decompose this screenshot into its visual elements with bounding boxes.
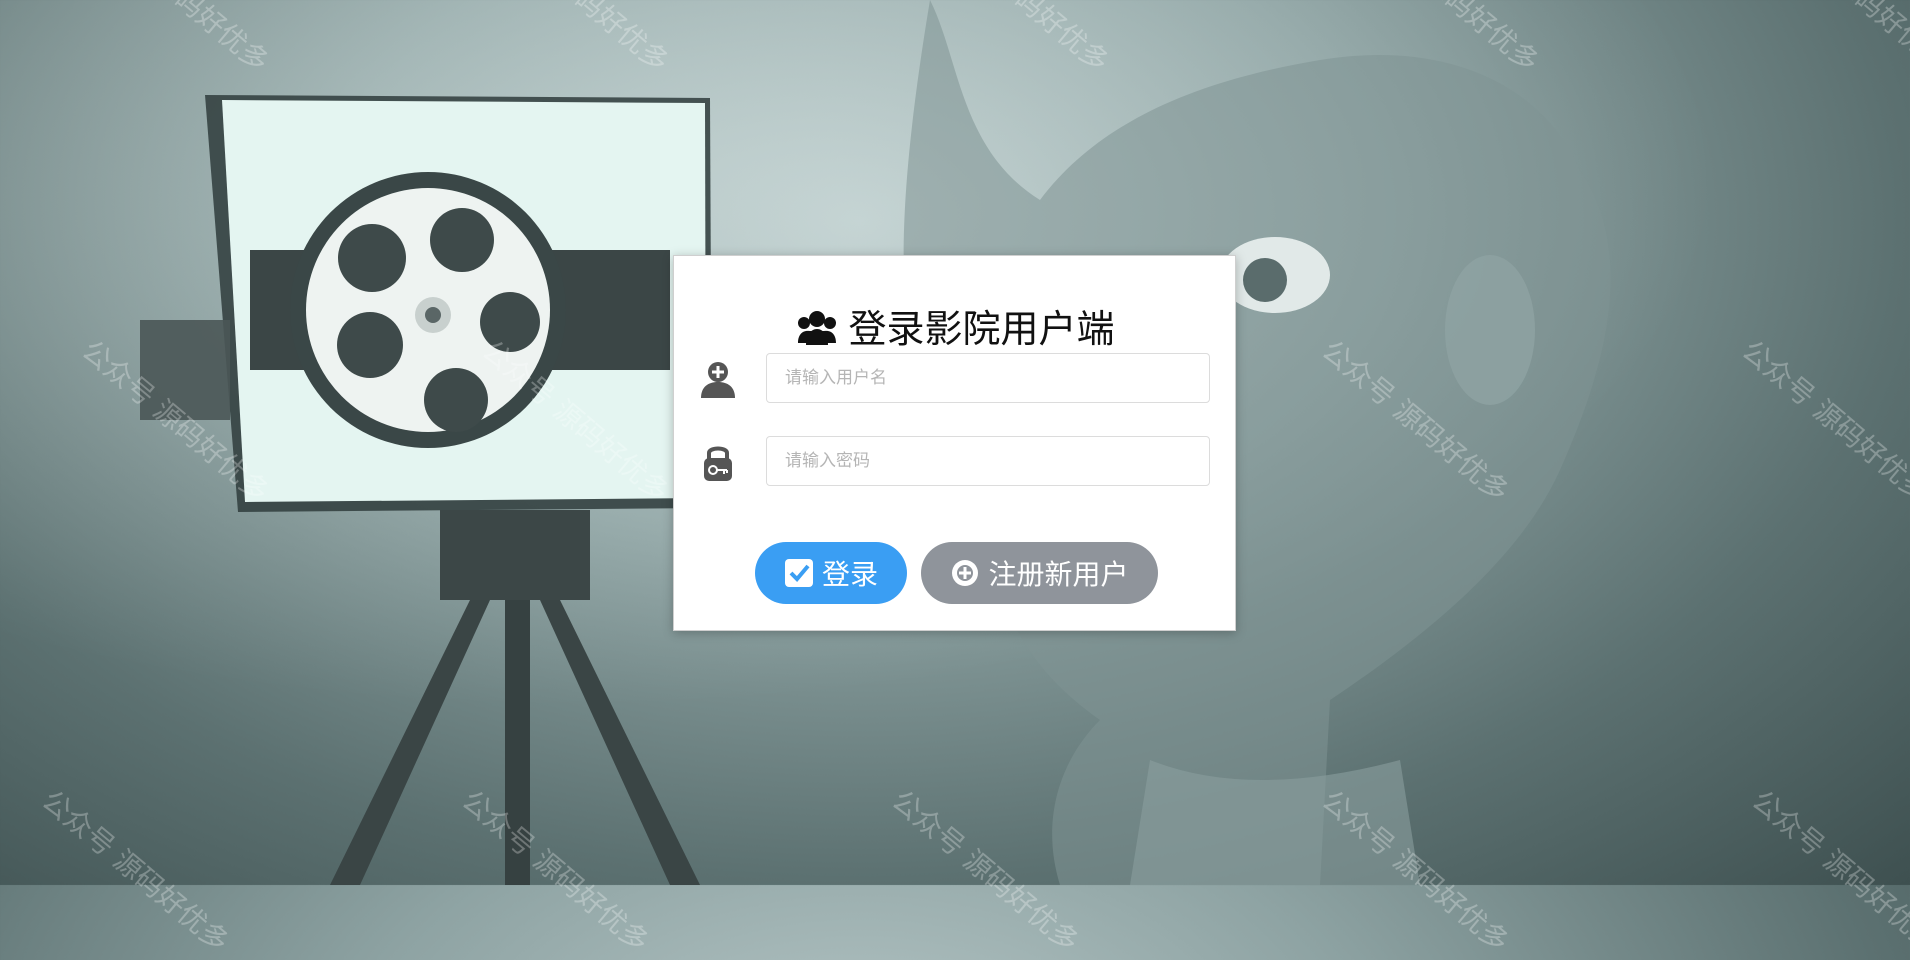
user-add-icon — [701, 362, 735, 398]
plus-circle-icon — [952, 560, 979, 586]
login-card: 登录影院用户端 登录 注册新用户 — [673, 255, 1236, 631]
password-input[interactable] — [766, 436, 1210, 486]
users-group-icon — [798, 310, 837, 345]
login-button[interactable]: 登录 — [755, 542, 907, 604]
login-button-label: 登录 — [821, 558, 878, 591]
password-row — [698, 436, 1212, 488]
lock-key-icon — [704, 446, 732, 481]
register-button-label: 注册新用户 — [988, 558, 1129, 591]
login-title: 登录影院用户端 — [674, 298, 1235, 353]
username-row — [698, 353, 1212, 405]
username-input[interactable] — [766, 353, 1210, 403]
register-button[interactable]: 注册新用户 — [921, 542, 1158, 604]
login-title-text: 登录影院用户端 — [848, 307, 1115, 351]
checkbox-icon — [784, 559, 813, 587]
